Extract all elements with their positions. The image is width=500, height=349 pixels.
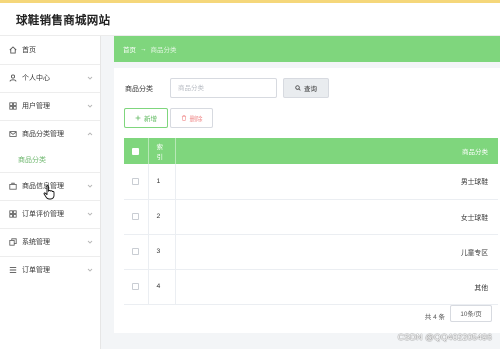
page-size-value: 10条/页 <box>460 311 482 318</box>
main-content: 首页 → 商品分类 商品分类 查询 新增 删除 索引 商品分类 <box>101 36 500 349</box>
add-button-label: 新增 <box>144 116 157 123</box>
breadcrumb: 首页 → 商品分类 <box>114 36 500 62</box>
sidebar-item-system-management[interactable]: 系统管理 <box>0 228 100 256</box>
briefcase-icon <box>8 182 17 191</box>
search-button-label: 查询 <box>304 86 317 93</box>
sidebar-item-personal-center[interactable]: 个人中心 <box>0 64 100 92</box>
select-all-checkbox[interactable] <box>132 147 140 155</box>
cell-category: 男士球鞋 <box>175 164 498 200</box>
table-row[interactable]: 3 儿童专区 <box>124 234 498 270</box>
cell-index: 4 <box>148 269 176 305</box>
delete-button-label: 删除 <box>189 116 203 123</box>
chevron-down-icon <box>87 268 93 272</box>
cell-index: 1 <box>148 164 176 200</box>
search-icon <box>295 85 301 91</box>
sidebar-item-user-management[interactable]: 用户管理 <box>0 92 100 120</box>
plus-icon <box>135 115 141 121</box>
sidebar-item-label: 商品信息管理 <box>22 183 64 190</box>
sidebar-item-label: 订单管理 <box>22 267 50 274</box>
sidebar-item-home[interactable]: 首页 <box>0 36 100 64</box>
chevron-down-icon <box>87 240 93 244</box>
search-button[interactable]: 查询 <box>283 78 329 98</box>
row-checkbox[interactable] <box>132 213 140 220</box>
breadcrumb-arrow-icon: → <box>140 45 147 53</box>
app-header: 球鞋销售商城网站 <box>0 3 500 36</box>
row-checkbox-cell <box>124 269 149 305</box>
search-input[interactable] <box>170 78 277 98</box>
row-checkbox-cell <box>124 234 149 270</box>
sidebar-item-label: 首页 <box>22 47 36 54</box>
site-title: 球鞋销售商城网站 <box>16 15 111 27</box>
sidebar-item-order-management[interactable]: 订单管理 <box>0 256 100 284</box>
grid-icon <box>8 210 17 219</box>
search-label: 商品分类 <box>125 86 153 93</box>
cell-category: 女士球鞋 <box>175 199 498 235</box>
select-all-column <box>124 138 149 164</box>
chevron-down-icon <box>87 104 93 108</box>
trash-icon <box>181 115 186 121</box>
cell-category: 儿童专区 <box>175 234 498 270</box>
sidebar-item-product-management[interactable]: 商品信息管理 <box>0 172 100 200</box>
row-checkbox[interactable] <box>132 177 140 185</box>
sidebar-subitem-category[interactable]: 商品分类 <box>0 148 100 172</box>
sidebar-subitem-label: 商品分类 <box>18 157 46 164</box>
sidebar: 首页 个人中心 用户管理 商品分类管理 商品分类 商品信息管理 订单评价管理 系… <box>0 36 101 349</box>
chevron-down-icon <box>87 76 93 80</box>
table-header-row: 索引 商品分类 <box>124 138 498 164</box>
content-card: 商品分类 查询 新增 删除 索引 商品分类 <box>114 68 500 333</box>
row-checkbox[interactable] <box>132 248 140 255</box>
copy-icon <box>8 238 17 247</box>
user-icon <box>8 74 17 83</box>
chevron-down-icon <box>87 184 93 188</box>
sidebar-item-category-management[interactable]: 商品分类管理 <box>0 120 100 148</box>
cell-category: 其他 <box>175 269 498 305</box>
column-header-category[interactable]: 商品分类 <box>175 138 498 164</box>
row-checkbox-cell <box>124 164 149 200</box>
breadcrumb-current: 商品分类 <box>150 47 177 54</box>
table-row[interactable]: 1 男士球鞋 <box>124 164 498 200</box>
grid-icon <box>8 102 17 111</box>
home-icon <box>8 46 17 55</box>
sidebar-item-label: 系统管理 <box>22 239 50 246</box>
pagination-total: 共 4 条 <box>424 314 445 321</box>
table-row[interactable]: 2 女士球鞋 <box>124 199 498 235</box>
category-table: 索引 商品分类 1 男士球鞋 2 女士球鞋 3 儿童专区 4 其他 <box>124 138 498 305</box>
sidebar-item-label: 个人中心 <box>22 75 50 82</box>
column-header-index[interactable]: 索引 <box>148 138 176 164</box>
sidebar-item-label: 订单评价管理 <box>22 211 64 218</box>
row-checkbox[interactable] <box>132 283 140 290</box>
breadcrumb-home[interactable]: 首页 <box>123 44 136 54</box>
row-checkbox-cell <box>124 199 149 235</box>
table-row[interactable]: 4 其他 <box>124 269 498 305</box>
watermark: CSDN @QQ402205496 <box>397 332 492 342</box>
chevron-up-icon <box>87 132 93 136</box>
cell-index: 2 <box>148 199 176 235</box>
list-icon <box>8 266 17 275</box>
chevron-down-icon <box>87 212 93 216</box>
page-size-select[interactable]: 10条/页 <box>450 305 492 322</box>
add-button[interactable]: 新增 <box>124 108 168 128</box>
sidebar-item-review-management[interactable]: 订单评价管理 <box>0 200 100 228</box>
mail-icon <box>8 130 17 139</box>
cell-index: 3 <box>148 234 176 270</box>
sidebar-item-label: 用户管理 <box>22 103 50 110</box>
sidebar-item-label: 商品分类管理 <box>22 131 64 138</box>
delete-button[interactable]: 删除 <box>170 108 213 128</box>
